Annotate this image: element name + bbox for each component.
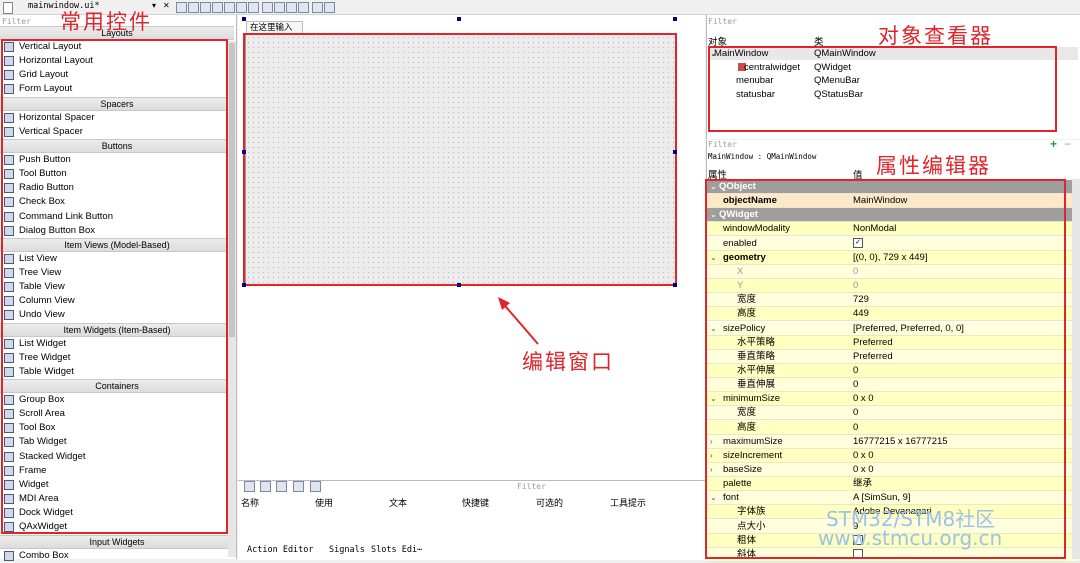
toolbar-tool-icon[interactable] bbox=[298, 2, 309, 13]
resize-handle[interactable] bbox=[242, 283, 246, 287]
property-filter-input[interactable]: Filter bbox=[708, 140, 737, 149]
file-icon bbox=[3, 2, 13, 14]
resize-handle[interactable] bbox=[673, 17, 677, 21]
dock-tab[interactable]: Signals bbox=[329, 545, 365, 555]
action-filter-input[interactable]: Filter bbox=[517, 482, 546, 491]
delete-icon[interactable] bbox=[293, 481, 304, 492]
action-column-header[interactable]: 快捷键 bbox=[462, 496, 489, 509]
toolbar-tool-icon[interactable] bbox=[224, 2, 235, 13]
form-menu-placeholder[interactable]: 在这里输入 bbox=[246, 21, 303, 33]
resize-handle[interactable] bbox=[673, 283, 677, 287]
widget-box-annotation: 常用控件 bbox=[60, 10, 152, 34]
widget-item[interactable]: Combo Box bbox=[0, 549, 228, 563]
dock-tab[interactable]: Action Editor bbox=[247, 545, 314, 555]
property-scrollbar[interactable] bbox=[1072, 179, 1080, 559]
property-editor-highlight bbox=[705, 179, 1066, 559]
action-column-header[interactable]: 使用 bbox=[315, 496, 333, 509]
close-icon[interactable]: ✕ bbox=[163, 1, 170, 10]
action-column-header[interactable]: 可选的 bbox=[536, 496, 563, 509]
object-filter-input[interactable]: Filter bbox=[708, 17, 737, 26]
resize-handle[interactable] bbox=[457, 283, 461, 287]
annotation-arrow-icon bbox=[498, 297, 539, 345]
toolbar-tool-icon[interactable] bbox=[324, 2, 335, 13]
category-header[interactable]: Input Widgets bbox=[0, 534, 234, 549]
widget-item-label: Combo Box bbox=[19, 549, 69, 561]
remove-property-icon[interactable]: − bbox=[1064, 137, 1071, 151]
copy-icon[interactable] bbox=[276, 481, 287, 492]
widget-filter-input[interactable]: Filter bbox=[2, 17, 31, 26]
property-editor-annotation: 属性编辑器 bbox=[876, 154, 991, 178]
watermark-line2: www.stmcu.org.cn bbox=[818, 526, 1003, 550]
widget-icon bbox=[4, 550, 14, 561]
toolbar-tool-icon[interactable] bbox=[274, 2, 285, 13]
property-context: MainWindow : QMainWindow bbox=[708, 152, 817, 161]
toolbar-tool-icon[interactable] bbox=[200, 2, 211, 13]
toolbar-tool-icon[interactable] bbox=[176, 2, 187, 13]
object-inspector-highlight bbox=[708, 46, 1057, 132]
file-dropdown-icon[interactable]: ▾ bbox=[152, 1, 156, 10]
new-action-icon[interactable] bbox=[244, 481, 255, 492]
action-column-header[interactable]: 工具提示 bbox=[610, 496, 646, 509]
widget-box-highlight bbox=[1, 39, 228, 534]
toolbar-tool-icon[interactable] bbox=[212, 2, 223, 13]
toolbar-tool-icon[interactable] bbox=[286, 2, 297, 13]
form-highlight bbox=[243, 33, 677, 286]
resize-handle[interactable] bbox=[242, 150, 246, 154]
object-inspector-annotation: 对象查看器 bbox=[878, 24, 993, 48]
resize-handle[interactable] bbox=[242, 17, 246, 21]
action-column-header[interactable]: 名称 bbox=[241, 496, 259, 509]
dock-tab[interactable]: Slots Edi⋯ bbox=[371, 545, 422, 555]
toolbar-tool-icon[interactable] bbox=[248, 2, 259, 13]
resize-handle[interactable] bbox=[673, 150, 677, 154]
toolbar-tool-icon[interactable] bbox=[312, 2, 323, 13]
toolbar-tool-icon[interactable] bbox=[236, 2, 247, 13]
widget-box-scrollbar[interactable] bbox=[228, 41, 236, 557]
editor-annotation: 编辑窗口 bbox=[522, 350, 614, 374]
resize-handle[interactable] bbox=[457, 17, 461, 21]
settings-icon[interactable] bbox=[310, 481, 321, 492]
action-column-header[interactable]: 文本 bbox=[389, 496, 407, 509]
toolbar-tool-icon[interactable] bbox=[262, 2, 273, 13]
top-toolbar: mainwindow.ui* ▾ ✕ bbox=[0, 0, 1080, 15]
add-property-icon[interactable]: + bbox=[1050, 137, 1057, 151]
toolbar-tool-icon[interactable] bbox=[188, 2, 199, 13]
open-icon[interactable] bbox=[260, 481, 271, 492]
